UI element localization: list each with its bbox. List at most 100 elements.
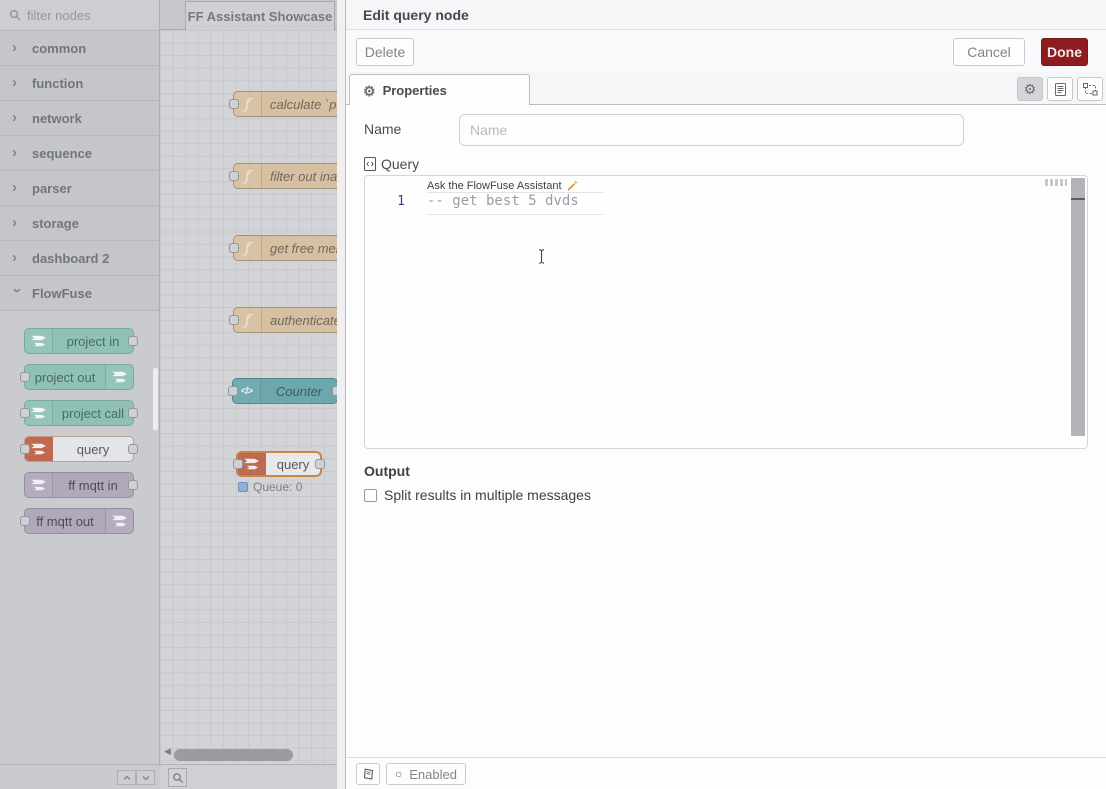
input-port[interactable] bbox=[20, 444, 30, 454]
flow-node-calculate[interactable]: ƒ calculate `pa bbox=[233, 91, 337, 117]
output-port[interactable] bbox=[128, 336, 138, 346]
palette-category-sequence[interactable]: › sequence bbox=[0, 136, 159, 171]
chevron-right-icon: › bbox=[12, 218, 22, 228]
flow-tab[interactable]: FF Assistant Showcase bbox=[185, 1, 335, 30]
input-port[interactable] bbox=[20, 372, 30, 382]
palette-footer bbox=[0, 764, 160, 789]
split-results-row: Split results in multiple messages bbox=[364, 487, 591, 503]
palette-category-dashboard2[interactable]: › dashboard 2 bbox=[0, 241, 159, 276]
palette-category-common[interactable]: › common bbox=[0, 31, 159, 66]
input-port[interactable] bbox=[228, 386, 238, 396]
query-code-editor[interactable]: Ask the FlowFuse Assistant 1 -- get best… bbox=[364, 175, 1088, 449]
input-port[interactable] bbox=[229, 171, 239, 181]
palette-scrollbar[interactable] bbox=[153, 368, 158, 430]
chevron-down-icon: › bbox=[12, 288, 22, 298]
flow-tab-bar: FF Assistant Showcase bbox=[160, 0, 337, 30]
palette-category-storage[interactable]: › storage bbox=[0, 206, 159, 241]
flow-node-get-free-mem[interactable]: ƒ get free mem bbox=[233, 235, 337, 261]
workspace: FF Assistant Showcase ƒ calculate `pa ƒ … bbox=[160, 0, 337, 789]
chevron-right-icon: › bbox=[12, 253, 22, 263]
palette-category-network[interactable]: › network bbox=[0, 101, 159, 136]
name-input[interactable] bbox=[459, 114, 964, 146]
chevron-up-icon bbox=[122, 774, 132, 782]
flow-node-filter[interactable]: ƒ filter out inac bbox=[233, 163, 337, 189]
collapse-all-button[interactable] bbox=[117, 770, 136, 785]
flow-node-counter[interactable]: </> Counter bbox=[232, 378, 337, 404]
node-appearance-button[interactable] bbox=[1077, 77, 1103, 101]
input-port[interactable] bbox=[233, 459, 243, 469]
node-info-button[interactable] bbox=[356, 763, 380, 785]
flow-node-query-selected[interactable]: query bbox=[236, 451, 322, 477]
output-port[interactable] bbox=[128, 408, 138, 418]
tray-body: Name Query Ask the FlowFuse Assistant 1 … bbox=[346, 105, 1106, 757]
palette-node-project-out[interactable]: project out bbox=[24, 364, 134, 390]
enabled-toggle-button[interactable]: ○ Enabled bbox=[386, 763, 466, 785]
decoration-line bbox=[427, 214, 603, 215]
done-button[interactable]: Done bbox=[1041, 38, 1088, 66]
flow-node-authenticate[interactable]: ƒ authenticateU bbox=[233, 307, 337, 333]
input-port[interactable] bbox=[229, 243, 239, 253]
query-label-row: Query bbox=[364, 156, 419, 172]
expand-all-button[interactable] bbox=[136, 770, 155, 785]
chevron-right-icon: › bbox=[12, 113, 22, 123]
palette-node-query[interactable]: query bbox=[24, 436, 134, 462]
palette-category-flowfuse[interactable]: › FlowFuse bbox=[0, 276, 159, 311]
status-dot-icon bbox=[238, 482, 248, 492]
split-results-checkbox[interactable] bbox=[364, 489, 377, 502]
zoom-button[interactable] bbox=[168, 768, 187, 787]
tray-tab-bar: ⚙ Properties ⚙ bbox=[346, 72, 1106, 105]
editor-scroll-marker bbox=[1071, 198, 1085, 200]
chevron-down-icon bbox=[141, 774, 151, 782]
input-port[interactable] bbox=[229, 99, 239, 109]
output-port[interactable] bbox=[315, 459, 325, 469]
flow-canvas[interactable]: ƒ calculate `pa ƒ filter out inac ƒ get … bbox=[160, 30, 337, 764]
palette-node-ff-mqtt-out[interactable]: ff mqtt out bbox=[24, 508, 134, 534]
edit-properties-button[interactable]: ⚙ bbox=[1017, 77, 1043, 101]
horizontal-scrollbar[interactable] bbox=[174, 749, 293, 761]
editor-minimap bbox=[1045, 179, 1067, 186]
node-status: Queue: 0 bbox=[238, 480, 302, 494]
input-port[interactable] bbox=[20, 408, 30, 418]
palette-category-parser[interactable]: › parser bbox=[0, 171, 159, 206]
workspace-footer bbox=[160, 764, 337, 789]
flowfuse-logo-icon bbox=[105, 365, 133, 389]
edit-tray: Edit query node Delete Cancel Done ⚙ Pro… bbox=[345, 0, 1106, 789]
line-number: 1 bbox=[391, 194, 405, 209]
gear-icon: ⚙ bbox=[363, 84, 376, 98]
flowfuse-logo-icon bbox=[105, 509, 133, 533]
output-port[interactable] bbox=[128, 480, 138, 490]
node-red-editor: filter nodes › common › function › netwo… bbox=[0, 0, 1106, 789]
split-results-label: Split results in multiple messages bbox=[384, 487, 591, 503]
chevron-right-icon: › bbox=[12, 43, 22, 53]
sql-comment-line: -- get best 5 dvds bbox=[427, 193, 579, 209]
search-icon bbox=[172, 772, 184, 784]
circle-icon: ○ bbox=[395, 768, 402, 780]
assistant-hint[interactable]: Ask the FlowFuse Assistant bbox=[427, 179, 579, 192]
palette-sidebar: filter nodes › common › function › netwo… bbox=[0, 0, 160, 789]
input-port[interactable] bbox=[229, 315, 239, 325]
scroll-left-arrow-icon[interactable]: ◀ bbox=[164, 746, 171, 757]
sidebar-separator[interactable] bbox=[337, 0, 345, 789]
cancel-button[interactable]: Cancel bbox=[953, 38, 1025, 66]
palette-node-project-in[interactable]: project in bbox=[24, 328, 134, 354]
name-label: Name bbox=[364, 121, 401, 137]
editor-scrollbar[interactable] bbox=[1071, 178, 1085, 436]
document-icon bbox=[1055, 83, 1066, 96]
output-port[interactable] bbox=[128, 444, 138, 454]
object-group-icon bbox=[1083, 83, 1098, 96]
tray-title: Edit query node bbox=[346, 0, 1106, 30]
palette-category-function[interactable]: › function bbox=[0, 66, 159, 101]
edit-description-button[interactable] bbox=[1047, 77, 1073, 101]
palette-node-project-call[interactable]: project call bbox=[24, 400, 134, 426]
palette-node-ff-mqtt-in[interactable]: ff mqtt in bbox=[24, 472, 134, 498]
book-icon bbox=[362, 768, 375, 781]
chevron-right-icon: › bbox=[12, 183, 22, 193]
tray-toolbar: Delete Cancel Done bbox=[346, 30, 1106, 72]
delete-button[interactable]: Delete bbox=[356, 38, 414, 66]
flowfuse-logo-icon bbox=[25, 473, 53, 497]
output-section-label: Output bbox=[364, 463, 410, 479]
tab-properties[interactable]: ⚙ Properties bbox=[349, 74, 530, 106]
chevron-right-icon: › bbox=[12, 148, 22, 158]
input-port[interactable] bbox=[20, 516, 30, 526]
palette-search[interactable]: filter nodes bbox=[0, 0, 159, 31]
